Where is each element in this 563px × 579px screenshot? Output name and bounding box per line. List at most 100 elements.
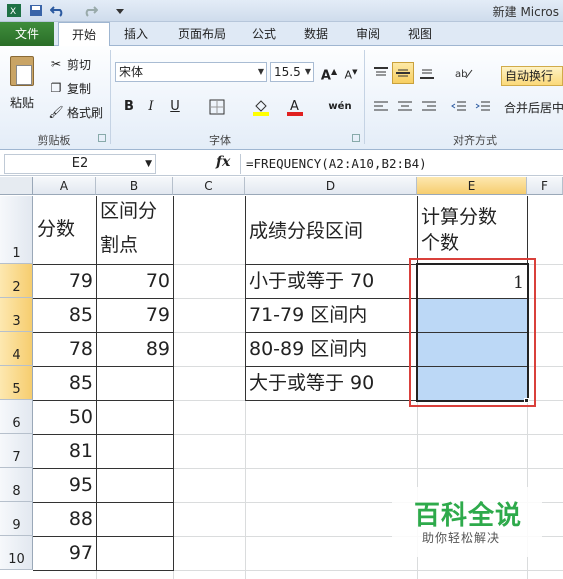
align-right-button[interactable] — [418, 96, 440, 118]
grow-font-button[interactable]: A▲ — [318, 61, 340, 83]
grow-font-icon: A — [320, 68, 331, 84]
tab-view[interactable]: 视图 — [400, 22, 440, 46]
bold-button[interactable]: B — [118, 96, 140, 118]
font-name-combo[interactable]: 宋体 ▼ — [115, 62, 267, 82]
group-divider — [364, 50, 365, 144]
cell-b3[interactable]: 79 — [96, 303, 173, 327]
align-center-icon — [398, 101, 412, 111]
underline-button[interactable]: U — [164, 96, 186, 118]
column-header-a[interactable]: A — [33, 177, 96, 195]
cell-e1-line2[interactable]: 个数 — [417, 231, 527, 255]
row-header-6[interactable]: 6 — [0, 400, 33, 434]
row-header-1[interactable]: 1 — [0, 196, 33, 264]
formula-input[interactable]: =FREQUENCY(A2:A10,B2:B4) — [246, 155, 427, 173]
customize-qat-icon[interactable] — [112, 3, 128, 18]
row-header-2[interactable]: 2 — [0, 264, 33, 298]
column-header-c[interactable]: C — [173, 177, 245, 195]
tab-insert[interactable]: 插入 — [114, 22, 158, 46]
undo-icon[interactable] — [50, 3, 66, 18]
row-header-8[interactable]: 8 — [0, 468, 33, 502]
paint-bucket-icon — [253, 100, 269, 116]
cell-a6[interactable]: 50 — [33, 405, 96, 429]
tab-formulas[interactable]: 公式 — [244, 22, 284, 46]
align-top-button[interactable] — [370, 62, 392, 84]
table-border — [33, 400, 173, 401]
row-number: 7 — [12, 450, 21, 465]
cell-b2[interactable]: 70 — [96, 269, 173, 293]
paste-button[interactable]: 粘贴 — [4, 52, 40, 114]
insert-function-button[interactable]: fx — [216, 154, 230, 170]
redo-icon[interactable] — [82, 3, 98, 18]
row-header-3[interactable]: 3 — [0, 298, 33, 332]
format-painter-button[interactable]: 🖌 格式刷 — [48, 102, 103, 122]
cell-a3[interactable]: 85 — [33, 303, 96, 327]
cell-a1[interactable]: 分数 — [33, 217, 96, 241]
row-header-7[interactable]: 7 — [0, 434, 33, 468]
cell-a4[interactable]: 78 — [33, 337, 96, 361]
tab-home[interactable]: 开始 — [58, 22, 110, 47]
shrink-font-button[interactable]: A▼ — [340, 61, 362, 83]
cell-d3[interactable]: 71-79 区间内 — [245, 303, 417, 327]
cell-a2[interactable]: 79 — [33, 269, 96, 293]
wrap-text-button[interactable]: 自动换行 — [501, 66, 563, 86]
cell-b1-line1[interactable]: 区间分 — [96, 199, 173, 223]
copy-button[interactable]: ❐ 复制 — [48, 78, 91, 98]
cell-b1-line2[interactable]: 割点 — [96, 233, 173, 257]
tab-review[interactable]: 审阅 — [348, 22, 388, 46]
row-number: 2 — [12, 280, 21, 295]
align-middle-button[interactable] — [392, 62, 414, 84]
decrease-indent-button[interactable] — [448, 96, 470, 118]
cut-button[interactable]: ✂ 剪切 — [48, 54, 91, 74]
column-header-b[interactable]: B — [96, 177, 173, 195]
cell-d4[interactable]: 80-89 区间内 — [245, 337, 417, 361]
phonetic-button[interactable]: wén — [326, 96, 354, 118]
group-label-alignment: 对齐方式 — [453, 134, 497, 147]
align-center-button[interactable] — [394, 96, 416, 118]
excel-logo-icon: X — [7, 4, 21, 17]
increase-indent-button[interactable] — [472, 96, 494, 118]
align-bottom-button[interactable] — [416, 62, 438, 84]
cell-d2[interactable]: 小于或等于 70 — [245, 269, 417, 293]
select-all-button[interactable] — [0, 177, 33, 195]
save-icon[interactable] — [28, 3, 44, 18]
cell-e1-line1[interactable]: 计算分数 — [417, 205, 527, 229]
row-header-10[interactable]: 10 — [0, 536, 33, 570]
row-header-9[interactable]: 9 — [0, 502, 33, 536]
fill-color-button[interactable] — [250, 96, 272, 118]
column-header-e[interactable]: E — [417, 177, 527, 195]
row-header-4[interactable]: 4 — [0, 332, 33, 366]
orientation-button[interactable]: ab — [450, 62, 478, 84]
row-header-5[interactable]: 5 — [0, 366, 33, 400]
tab-page-layout[interactable]: 页面布局 — [170, 22, 234, 46]
font-size-combo[interactable]: 15.5 ▼ — [270, 62, 314, 82]
font-name-value: 宋体 — [119, 65, 144, 79]
align-bottom-icon — [420, 69, 434, 79]
chevron-down-icon: ▼ — [145, 159, 152, 169]
borders-button[interactable] — [206, 96, 228, 118]
cell-b4[interactable]: 89 — [96, 337, 173, 361]
row-number: 9 — [12, 518, 21, 533]
table-border — [33, 468, 173, 469]
tab-data[interactable]: 数据 — [296, 22, 336, 46]
clipboard-launcher-icon[interactable] — [98, 134, 106, 142]
tab-file[interactable]: 文件 — [0, 22, 54, 46]
cell-a8[interactable]: 95 — [33, 473, 96, 497]
cell-d5[interactable]: 大于或等于 90 — [245, 371, 417, 395]
cell-a7[interactable]: 81 — [33, 439, 96, 463]
table-border — [33, 366, 173, 367]
cell-a10[interactable]: 97 — [33, 541, 96, 565]
cell-a9[interactable]: 88 — [33, 507, 96, 531]
font-color-button[interactable]: A — [284, 96, 306, 118]
italic-button[interactable]: I — [140, 96, 162, 118]
align-left-button[interactable] — [370, 96, 392, 118]
column-header-f[interactable]: F — [527, 177, 563, 195]
column-header-d[interactable]: D — [245, 177, 417, 195]
cell-d1[interactable]: 成绩分段区间 — [245, 219, 417, 243]
copy-icon: ❐ — [50, 81, 62, 95]
name-box[interactable]: E2 ▼ — [4, 154, 156, 174]
watermark: 百科全说 助你轻松解决 — [392, 487, 542, 557]
merge-center-button[interactable]: 合并后居中 — [501, 98, 563, 118]
cell-a5[interactable]: 85 — [33, 371, 96, 395]
font-launcher-icon[interactable] — [352, 134, 360, 142]
copy-label: 复制 — [67, 81, 92, 96]
